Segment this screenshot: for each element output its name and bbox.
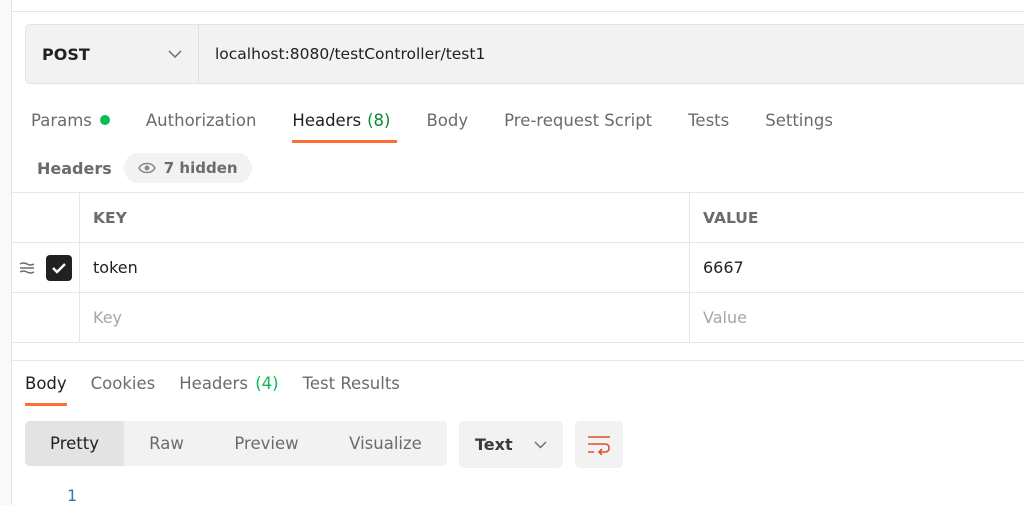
active-tab-underline [292,140,398,143]
drag-handle-icon[interactable] [19,261,35,275]
headers-bar: Headers 7 hidden [37,153,252,183]
tab-tests[interactable]: Tests [688,108,729,132]
format-label: Text [475,435,513,454]
chevron-down-icon [168,49,182,58]
tab-headers[interactable]: Headers (8) [292,108,398,143]
key-input[interactable]: Key [80,293,690,342]
divider [12,360,1024,361]
active-tab-underline [25,403,67,406]
tab-pre-request-script[interactable]: Pre-request Script [504,108,652,132]
key-column-header: KEY [80,193,690,242]
tab-label: Tests [688,110,730,130]
tab-label: Pre-request Script [504,110,653,130]
status-dot [99,115,110,125]
value-cell[interactable]: 6667 [690,243,1024,292]
tab-label: Authorization [145,110,257,130]
method-select[interactable]: POST [26,25,199,83]
view-preview[interactable]: Preview [209,421,324,466]
format-select[interactable]: Text [459,421,563,468]
tab-settings[interactable]: Settings [765,108,833,132]
view-raw[interactable]: Raw [124,421,209,466]
tab-authorization[interactable]: Authorization [146,108,257,132]
tab-count: (8) [367,110,391,130]
table-row-empty: Key Value [12,293,1024,343]
response-tabs: Body Cookies Headers (4) Test Results [25,374,424,406]
url-bar: POST localhost:8080/testController/test1 [25,24,1024,84]
response-tab-cookies[interactable]: Cookies [91,374,156,393]
method-label: POST [42,44,90,64]
divider [12,11,1024,12]
tab-label: Body [25,374,67,393]
view-pretty[interactable]: Pretty [25,421,124,466]
chevron-down-icon [534,441,547,448]
view-mode-group: Pretty Raw Preview Visualize [25,421,447,466]
hidden-count: 7 hidden [163,159,238,177]
url-input[interactable]: localhost:8080/testController/test1 [199,45,485,63]
response-tab-test-results[interactable]: Test Results [303,374,400,393]
row-checkbox[interactable] [46,254,72,281]
value-input[interactable]: Value [690,293,1024,342]
view-visualize[interactable]: Visualize [324,421,447,466]
tab-label: Headers [179,374,248,393]
tab-label: Settings [765,110,833,130]
headers-table: KEY VALUE token 6667 Key Value [12,192,1024,343]
headers-label: Headers [37,158,112,178]
table-row: token 6667 [12,243,1024,293]
tab-count: (4) [255,374,279,393]
table-header-row: KEY VALUE [12,193,1024,243]
wrap-lines-icon [588,435,610,455]
tab-body[interactable]: Body [426,108,468,132]
eye-icon [137,162,156,174]
tab-params[interactable]: Params [31,108,110,132]
tab-label: Cookies [90,374,156,393]
wrap-lines-button[interactable] [575,421,623,468]
hidden-headers-toggle[interactable]: 7 hidden [123,153,252,183]
request-tabs: Params Authorization Headers (8) Body Pre… [31,108,869,143]
left-gutter [0,0,12,505]
tab-label: Test Results [302,374,400,393]
key-cell[interactable]: token [80,243,690,292]
tab-label: Headers [292,110,362,130]
value-column-header: VALUE [703,208,759,227]
response-tab-headers[interactable]: Headers (4) [179,374,278,393]
tab-label: Params [31,110,92,130]
response-tab-body[interactable]: Body [25,374,67,406]
tab-label: Body [426,110,469,130]
line-number: 1 [67,486,78,505]
checkmark-icon [52,262,66,274]
